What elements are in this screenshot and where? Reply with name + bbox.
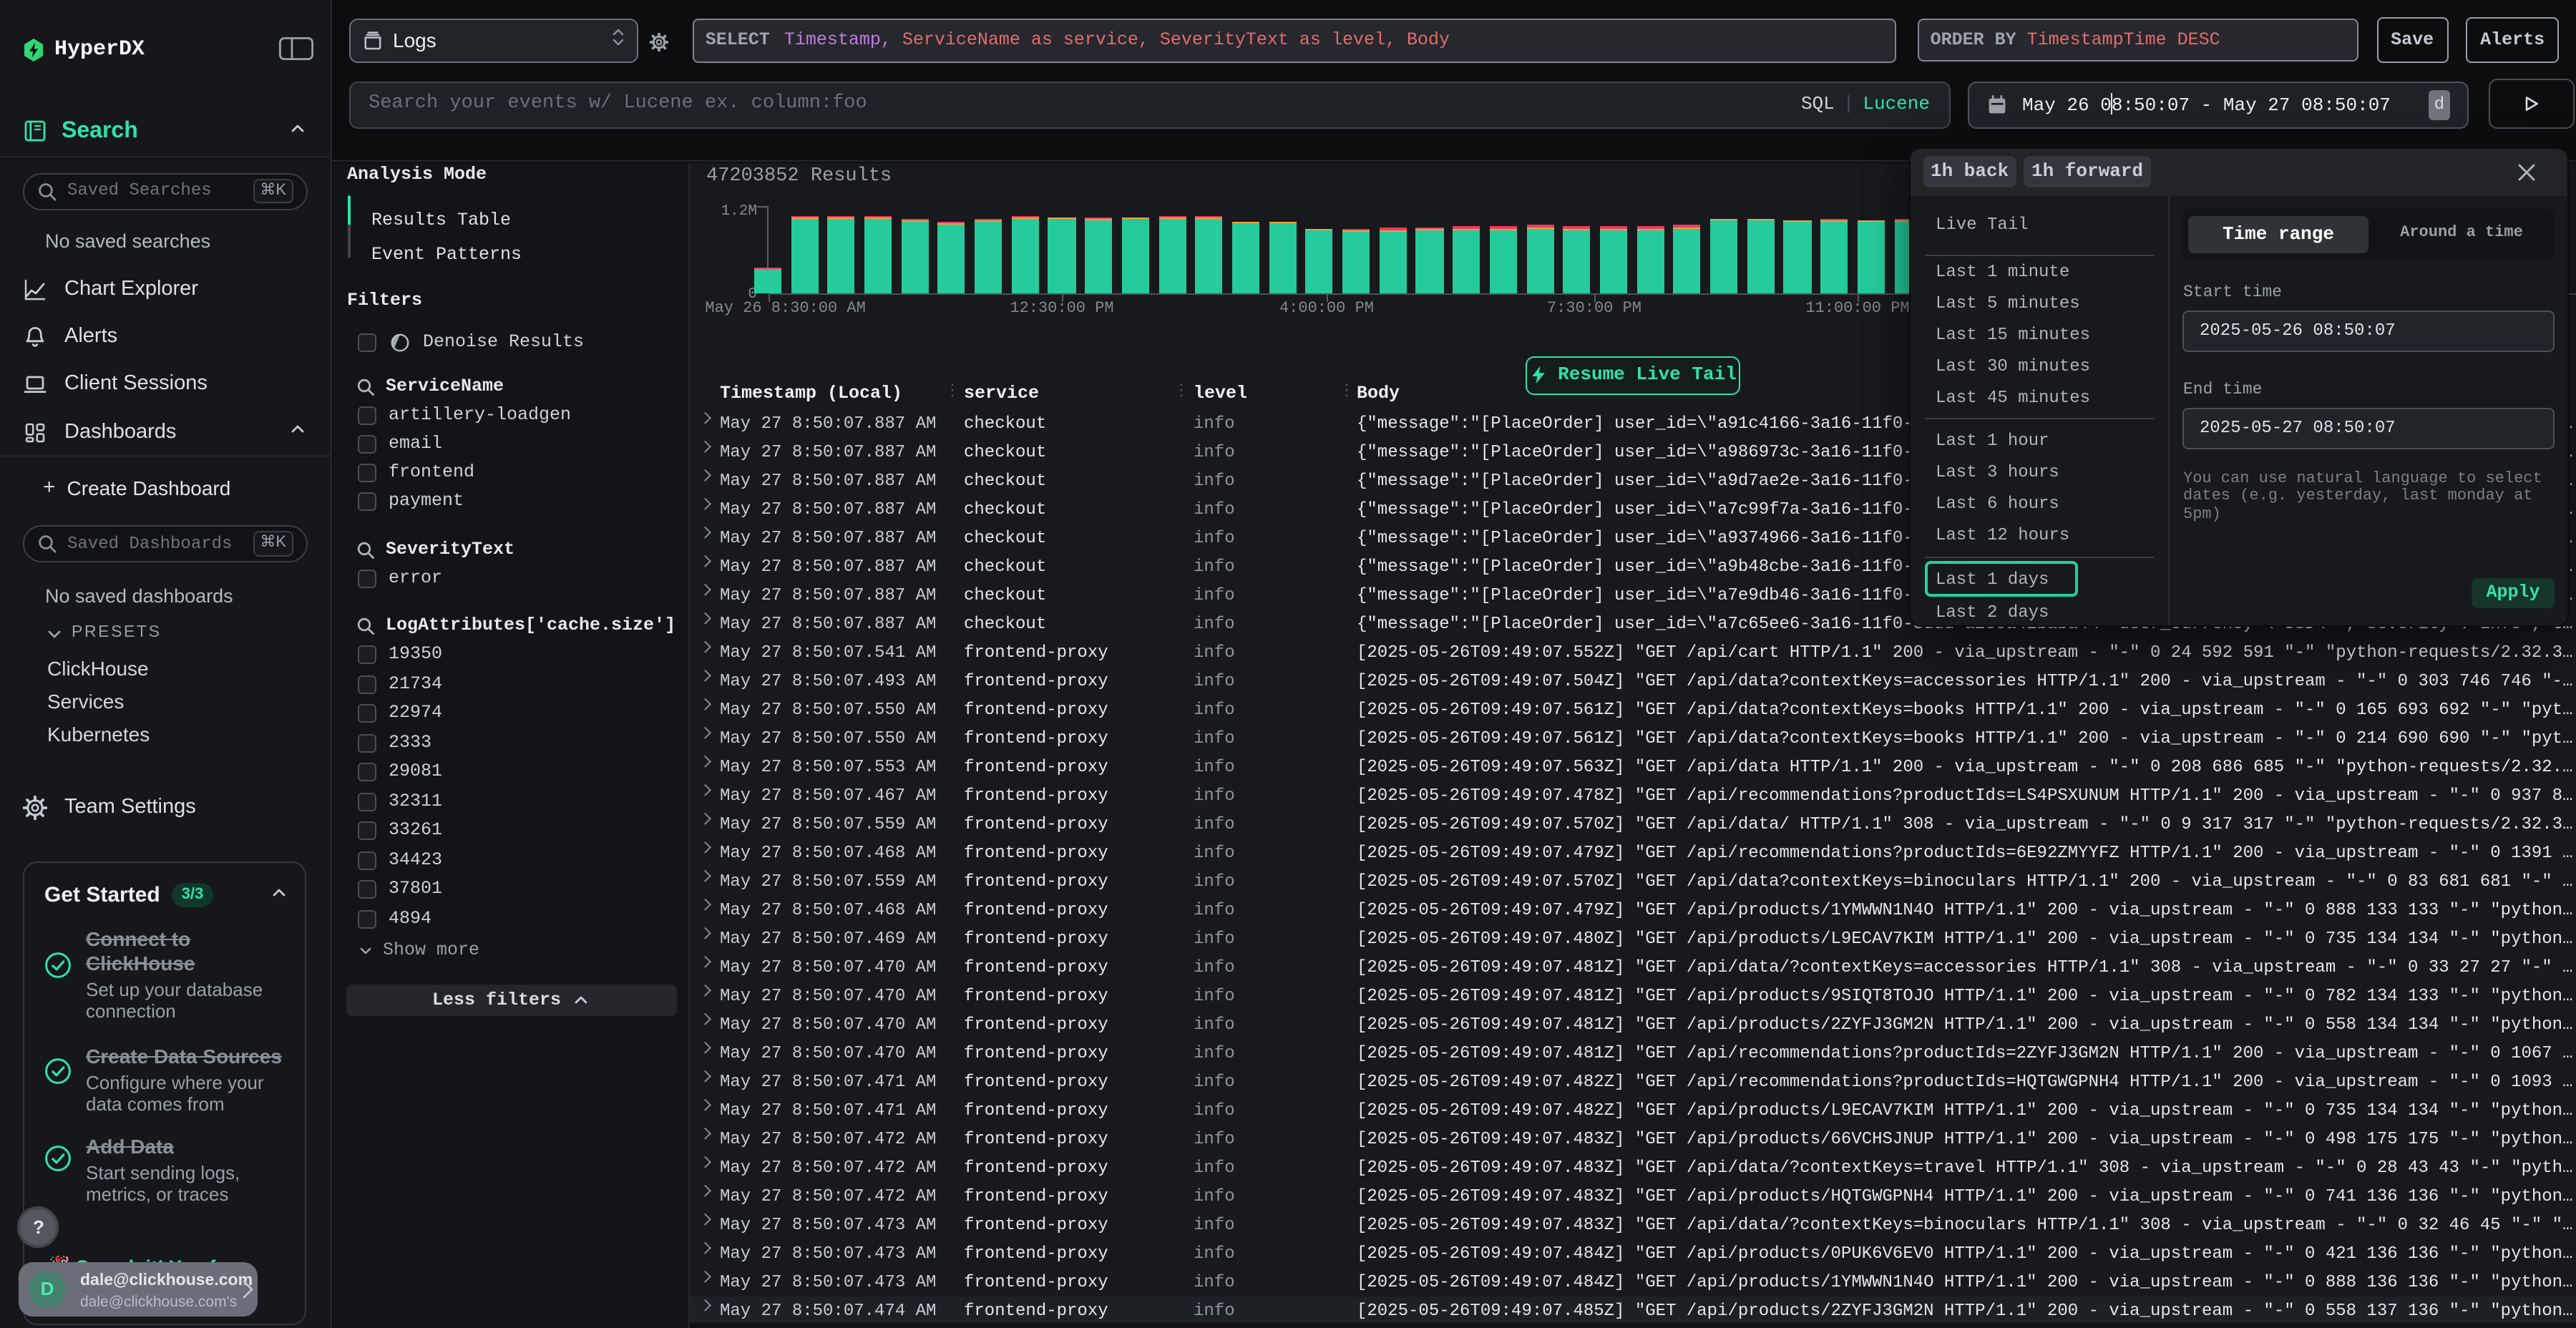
svg-text:?: ? bbox=[32, 1216, 44, 1237]
